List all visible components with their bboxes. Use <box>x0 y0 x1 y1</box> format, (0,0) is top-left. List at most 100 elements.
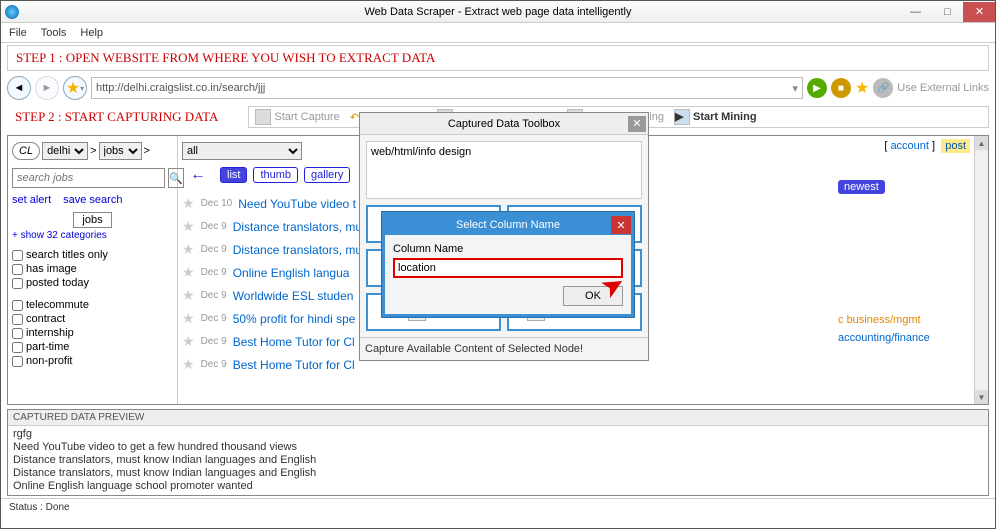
preview-row: Online English language school promoter … <box>13 480 983 493</box>
fav-star-icon[interactable]: ★ <box>182 333 195 350</box>
toolbox-close[interactable]: ✕ <box>628 116 646 132</box>
listing-title[interactable]: 50% profit for hindi spe <box>233 312 356 326</box>
dialog-title: Select Column Name <box>456 219 560 231</box>
listing-title[interactable]: Need YouTube video t <box>238 197 356 211</box>
preview-row: Distance translators, must know Indian l… <box>13 454 983 467</box>
cat-accounting[interactable]: accounting/finance <box>838 332 970 344</box>
nav-row: ◄ ► ★▾ http://delhi.craigslist.co.in/sea… <box>1 73 995 103</box>
preview-row: rgfg <box>13 428 983 441</box>
back-button[interactable]: ◄ <box>7 76 31 100</box>
cl-sidebar: CL delhi > jobs > 🔍 set alertsave search… <box>8 136 178 404</box>
favorites-button[interactable]: ★▾ <box>63 76 87 100</box>
filter-titles[interactable] <box>12 250 23 261</box>
listing-title[interactable]: Online English langua <box>233 266 350 280</box>
menu-help[interactable]: Help <box>80 27 103 39</box>
save-search-link[interactable]: save search <box>63 194 122 206</box>
listing-date: Dec 9 <box>201 244 227 255</box>
star-icon: ★ <box>66 78 80 98</box>
subcategory-select[interactable]: all <box>182 142 302 160</box>
scrollbar[interactable]: ▲▼ <box>974 136 988 404</box>
toolbox-title: Captured Data Toolbox <box>448 118 560 130</box>
show-categories-link[interactable]: + show 32 categories <box>12 230 173 241</box>
captured-data-preview: CAPTURED DATA PREVIEW rgfgNeed YouTube v… <box>7 409 989 496</box>
view-list[interactable]: list <box>220 167 247 183</box>
toolbox-footer: Capture Available Content of Selected No… <box>360 337 648 360</box>
column-name-input[interactable] <box>393 258 623 278</box>
filter-internship[interactable] <box>12 328 23 339</box>
cat-business[interactable]: c business/mgmt <box>838 314 970 326</box>
search-input[interactable] <box>12 168 165 188</box>
start-mining-button[interactable]: ▶Start Mining <box>674 109 757 125</box>
chevron-down-icon[interactable]: ▾ <box>792 82 798 95</box>
go-button[interactable]: ▶ <box>807 78 827 98</box>
link-icon: 🔗 <box>873 78 893 98</box>
preview-row: Need YouTube video to get a few hundred … <box>13 441 983 454</box>
mining-icon: ▶ <box>674 109 690 125</box>
preview-row: Distance translators, must know Indian l… <box>13 467 983 480</box>
cl-right: [ account ] post newest c business/mgmt … <box>834 136 974 404</box>
filter-telecommute[interactable] <box>12 300 23 311</box>
filter-today[interactable] <box>12 278 23 289</box>
column-name-dialog: Select Column Name✕ Column Name OK <box>381 211 635 318</box>
url-input[interactable]: http://delhi.craigslist.co.in/search/jjj… <box>91 77 803 99</box>
listing-title[interactable]: Distance translators, mu <box>233 243 362 257</box>
fav-star-icon[interactable]: ★ <box>182 218 195 235</box>
menu-tools[interactable]: Tools <box>41 27 67 39</box>
back-arrow-icon[interactable]: ← <box>190 166 206 184</box>
listing-date: Dec 9 <box>201 359 227 370</box>
listing-title[interactable]: Best Home Tutor for Cl <box>233 358 355 372</box>
listing-date: Dec 9 <box>201 267 227 278</box>
forward-button[interactable]: ► <box>35 76 59 100</box>
bookmark-icon[interactable]: ★ <box>855 78 869 98</box>
fav-star-icon[interactable]: ★ <box>182 195 195 212</box>
post-link[interactable]: post <box>941 139 970 153</box>
filter-image[interactable] <box>12 264 23 275</box>
fav-star-icon[interactable]: ★ <box>182 264 195 281</box>
external-links-label[interactable]: Use External Links <box>897 82 989 94</box>
filter-parttime[interactable] <box>12 342 23 353</box>
close-button[interactable]: ✕ <box>963 2 995 22</box>
scroll-up[interactable]: ▲ <box>975 136 988 150</box>
filter-nonprofit[interactable] <box>12 356 23 367</box>
filter-contract[interactable] <box>12 314 23 325</box>
listing-title[interactable]: Best Home Tutor for Cl <box>233 335 355 349</box>
undo-icon: ↶ <box>350 111 359 124</box>
fav-star-icon[interactable]: ★ <box>182 356 195 373</box>
listing-title[interactable]: Distance translators, mu <box>233 220 362 234</box>
fav-star-icon[interactable]: ★ <box>182 287 195 304</box>
scroll-down[interactable]: ▼ <box>975 390 988 404</box>
listing-date: Dec 9 <box>201 313 227 324</box>
start-capture-button[interactable]: Start Capture <box>255 109 339 125</box>
account-link[interactable]: account <box>890 140 929 152</box>
listing-date: Dec 9 <box>201 336 227 347</box>
location-select[interactable]: delhi <box>42 142 88 160</box>
view-gallery[interactable]: gallery <box>304 167 350 183</box>
listing-date: Dec 9 <box>201 221 227 232</box>
category-select[interactable]: jobs <box>99 142 142 160</box>
fav-star-icon[interactable]: ★ <box>182 241 195 258</box>
fav-star-icon[interactable]: ★ <box>182 310 195 327</box>
minimize-button[interactable]: — <box>899 2 931 22</box>
set-alert-link[interactable]: set alert <box>12 194 51 206</box>
step1-label: STEP 1 : OPEN WEBSITE FROM WHERE YOU WIS… <box>7 45 989 71</box>
column-name-label: Column Name <box>393 243 623 255</box>
dialog-close[interactable]: ✕ <box>611 216 631 234</box>
app-title: Web Data Scraper - Extract web page data… <box>365 6 632 18</box>
listing-title[interactable]: Worldwide ESL studen <box>233 289 354 303</box>
maximize-button[interactable]: □ <box>931 2 963 22</box>
capture-icon <box>255 109 271 125</box>
menu-file[interactable]: File <box>9 27 27 39</box>
toolbox-textarea[interactable]: web/html/info design <box>366 141 642 199</box>
cl-logo[interactable]: CL <box>12 142 40 160</box>
preview-header: CAPTURED DATA PREVIEW <box>8 410 988 426</box>
status-bar: Status : Done <box>1 498 995 516</box>
jobs-category[interactable]: jobs <box>73 212 111 228</box>
step2-label: STEP 2 : START CAPTURING DATA <box>7 105 226 129</box>
listing-date: Dec 9 <box>201 290 227 301</box>
view-thumb[interactable]: thumb <box>253 167 298 183</box>
listing-date: Dec 10 <box>201 198 233 209</box>
stop-button[interactable]: ■ <box>831 78 851 98</box>
titlebar: Web Data Scraper - Extract web page data… <box>1 1 995 23</box>
sort-newest[interactable]: newest <box>838 180 885 194</box>
menubar: File Tools Help <box>1 23 995 43</box>
